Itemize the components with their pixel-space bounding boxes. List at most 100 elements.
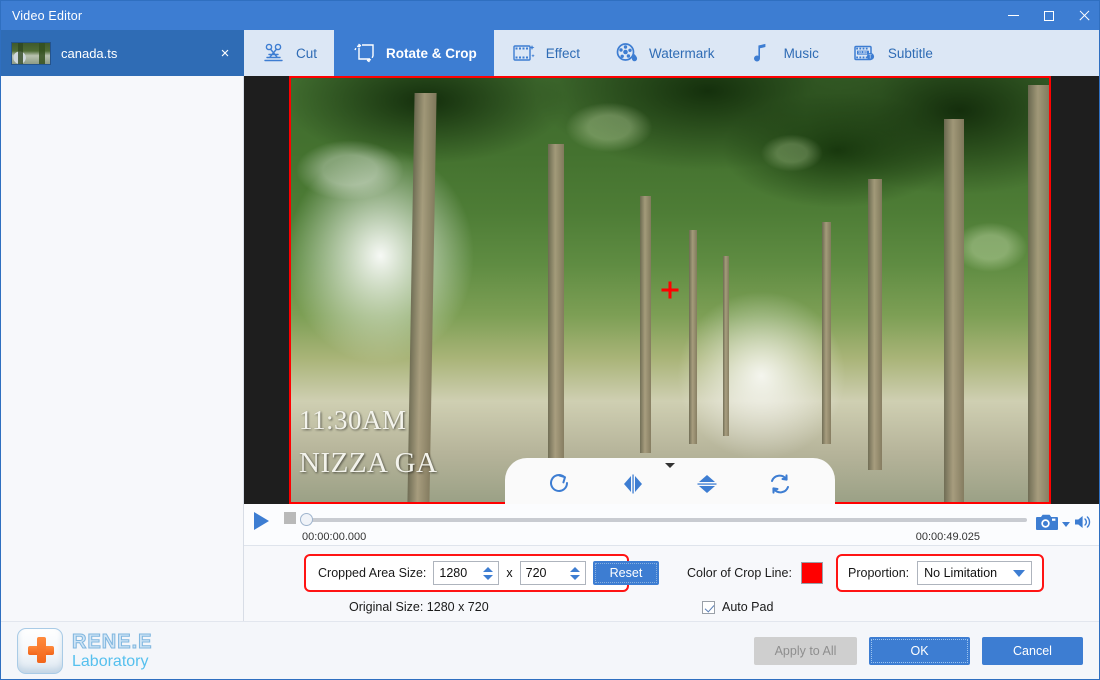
tab-watermark[interactable]: Watermark: [597, 30, 732, 76]
tab-music[interactable]: Music: [732, 30, 836, 76]
current-time: 00:00:00.000: [302, 531, 366, 543]
maximize-icon: [1044, 11, 1054, 21]
original-size-label: Original Size: 1280 x 720: [349, 600, 489, 614]
arrow-down-icon[interactable]: [483, 575, 493, 580]
file-list-panel: [1, 76, 244, 621]
crop-line-color-swatch[interactable]: [801, 562, 823, 584]
file-tab[interactable]: canada.ts ×: [1, 30, 244, 76]
crop-height-spin-arrows[interactable]: [568, 562, 585, 584]
crop-line-color-group: Color of Crop Line:: [687, 562, 823, 584]
playback-right-controls: [1035, 510, 1100, 537]
tab-music-label: Music: [784, 46, 819, 61]
tab-effect[interactable]: Effect: [494, 30, 597, 76]
minimize-button[interactable]: [996, 1, 1031, 30]
svg-text:SUB: SUB: [858, 50, 867, 55]
video-stage: 11:30AM NIZZA GA: [244, 76, 1100, 504]
cropped-area-size-group: Cropped Area Size: x Reset: [304, 554, 629, 592]
apply-to-all-button[interactable]: Apply to All: [754, 637, 857, 665]
seek-bar[interactable]: 00:00:00.000 00:00:49.025: [302, 510, 1035, 522]
auto-pad-label: Auto Pad: [722, 600, 773, 614]
footer-buttons: Apply to All OK Cancel: [754, 637, 1100, 665]
arrow-down-icon[interactable]: [570, 575, 580, 580]
brand-logo: RENE.E Laboratory: [1, 628, 152, 674]
tab-watermark-label: Watermark: [649, 46, 715, 61]
crop-width-input[interactable]: [434, 562, 481, 584]
stop-button[interactable]: [278, 510, 302, 524]
tree-trunk: [1028, 85, 1050, 504]
rotate-toolbar: [505, 458, 835, 504]
svg-text:T: T: [869, 54, 872, 60]
total-time: 00:00:49.025: [916, 531, 980, 543]
tab-subtitle-label: Subtitle: [888, 46, 933, 61]
brand-subtitle: Laboratory: [72, 653, 152, 671]
volume-icon[interactable]: [1073, 513, 1093, 536]
tree-trunk: [868, 179, 882, 470]
window-title: Video Editor: [1, 9, 82, 23]
film-sparkle-icon: [511, 40, 537, 66]
proportion-label: Proportion:: [848, 566, 909, 580]
editor-toolbar: Cut Rotate & Crop: [244, 30, 1100, 76]
tab-rotate-crop[interactable]: Rotate & Crop: [334, 30, 494, 76]
flip-vertical-button[interactable]: [687, 468, 727, 500]
color-of-crop-line-label: Color of Crop Line:: [687, 566, 792, 580]
crop-settings-panel: Cropped Area Size: x Reset Original Size…: [244, 546, 1100, 621]
rotate-crop-icon: [351, 40, 377, 66]
brand-text: RENE.E Laboratory: [72, 631, 152, 671]
subtitle-icon: SUB T: [853, 40, 879, 66]
brand-name: RENE.E: [72, 631, 152, 653]
tree-trunk: [548, 144, 564, 478]
camera-snapshot-icon[interactable]: [1035, 512, 1059, 537]
chevron-down-icon[interactable]: [1062, 522, 1070, 527]
film-reel-drop-icon: [614, 40, 640, 66]
cancel-button[interactable]: Cancel: [982, 637, 1083, 665]
file-close-icon[interactable]: ×: [216, 46, 234, 61]
footer-bar: RENE.E Laboratory Apply to All OK Cancel: [1, 621, 1100, 680]
reset-button[interactable]: Reset: [593, 561, 660, 585]
tab-cut-label: Cut: [296, 46, 317, 61]
seek-track[interactable]: [302, 518, 1027, 522]
maximize-button[interactable]: [1031, 1, 1066, 30]
auto-pad-checkbox[interactable]: [702, 601, 715, 614]
proportion-value: No Limitation: [924, 566, 997, 580]
cropped-area-size-label: Cropped Area Size:: [318, 566, 426, 580]
arrow-up-icon[interactable]: [570, 567, 580, 572]
video-overlay-time: 11:30AM: [299, 405, 407, 436]
minimize-icon: [1008, 15, 1019, 16]
tab-rotate-crop-label: Rotate & Crop: [386, 46, 477, 61]
video-preview[interactable]: 11:30AM NIZZA GA: [289, 76, 1051, 504]
ok-button[interactable]: OK: [869, 637, 970, 665]
music-note-icon: [749, 40, 775, 66]
arrow-up-icon[interactable]: [483, 567, 493, 572]
stop-icon: [284, 512, 296, 524]
tree-trunk: [822, 222, 831, 445]
tab-effect-label: Effect: [546, 46, 580, 61]
rotate-right-button[interactable]: [540, 468, 580, 500]
crop-center-crosshair-icon: [662, 282, 679, 299]
crop-width-stepper[interactable]: [433, 561, 499, 585]
video-overlay-place: NIZZA GA: [299, 447, 438, 480]
crop-height-input[interactable]: [521, 562, 568, 584]
tab-cut[interactable]: Cut: [244, 30, 334, 76]
play-button[interactable]: [244, 510, 278, 530]
playback-bar: 00:00:00.000 00:00:49.025: [244, 504, 1100, 546]
proportion-select[interactable]: No Limitation: [917, 561, 1032, 585]
tree-trunk: [640, 196, 651, 453]
chevron-down-icon[interactable]: [1013, 570, 1025, 577]
file-name: canada.ts: [61, 46, 117, 61]
collapse-chevron-icon[interactable]: [665, 463, 675, 468]
seek-handle[interactable]: [300, 513, 313, 526]
scissors-icon: [261, 40, 287, 66]
file-thumbnail: [11, 42, 51, 65]
close-icon: [1078, 10, 1090, 22]
tree-trunk: [689, 230, 697, 444]
rotate-reset-button[interactable]: [760, 468, 800, 500]
tree-trunk: [944, 119, 964, 504]
video-editor-window: Video Editor canada.ts × Cut: [0, 0, 1100, 680]
close-button[interactable]: [1066, 1, 1100, 30]
flip-horizontal-button[interactable]: [613, 468, 653, 500]
tab-subtitle[interactable]: SUB T Subtitle: [836, 30, 950, 76]
crop-width-spin-arrows[interactable]: [481, 562, 498, 584]
tree-trunk: [723, 256, 729, 436]
crop-height-stepper[interactable]: [520, 561, 586, 585]
auto-pad-row[interactable]: Auto Pad: [702, 600, 773, 614]
